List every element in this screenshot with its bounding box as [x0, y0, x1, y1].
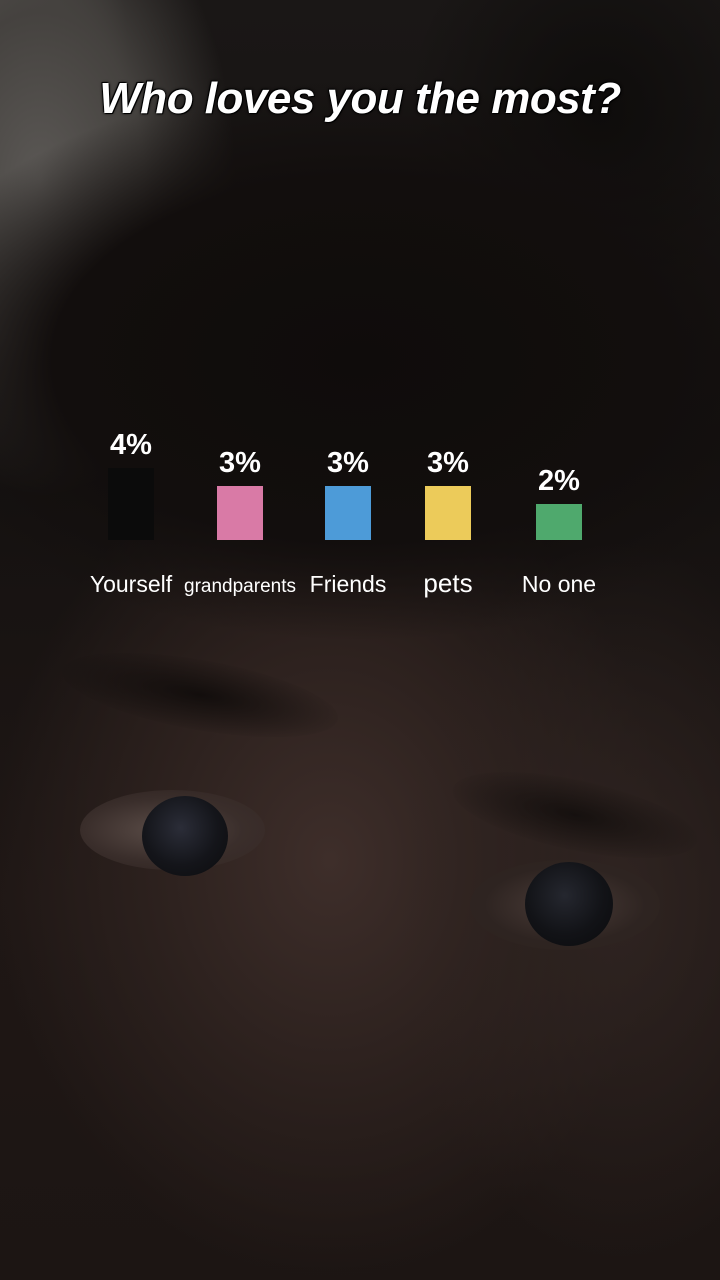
category-label-yourself: Yourself — [90, 571, 173, 597]
category-label-friends: Friends — [310, 571, 387, 597]
value-label-no-one: 2% — [538, 465, 580, 497]
value-label-grandparents: 3% — [219, 447, 261, 479]
value-label-yourself: 4% — [110, 429, 152, 461]
bar-chart: 4% Yourself 3% grandparents 3% Friends 3% pets 2… — [90, 429, 596, 598]
value-label-friends: 3% — [327, 447, 369, 479]
category-label-grandparents: grandparents — [184, 576, 296, 597]
bar-yourself — [108, 468, 154, 540]
value-label-pets: 3% — [427, 447, 469, 479]
bar-grandparents — [217, 486, 263, 540]
bar-no-one — [536, 504, 582, 540]
category-label-pets: pets — [423, 568, 472, 598]
bar-friends — [325, 486, 371, 540]
bar-pets — [425, 486, 471, 540]
category-label-no-one: No one — [522, 571, 596, 597]
